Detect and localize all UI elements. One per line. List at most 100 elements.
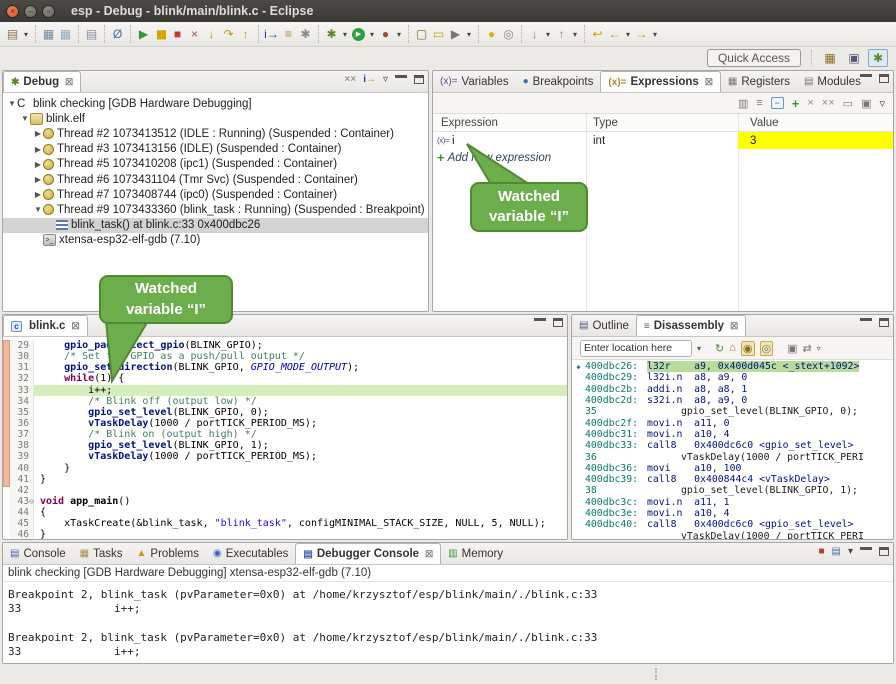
tab-console[interactable]: ▤Console [3, 543, 73, 564]
step-return-icon[interactable]: ↑ [237, 25, 254, 43]
remove-all-terminated-icon[interactable]: ×× [345, 74, 357, 85]
code-line[interactable]: 37 /* Blink on (output high) */ [10, 429, 567, 440]
forward-icon[interactable]: → [633, 25, 650, 43]
expander-icon[interactable]: ▶ [33, 160, 43, 169]
code-line[interactable]: 40 } [10, 463, 567, 474]
instruction-stepping-icon[interactable]: i→ [263, 25, 280, 43]
tab-registers[interactable]: ▦Registers [721, 71, 797, 92]
maximize-icon[interactable] [879, 318, 889, 327]
code-line[interactable]: 32 while(1) { [10, 373, 567, 384]
run-icon[interactable]: ▶ [350, 25, 367, 43]
add-expression-icon[interactable]: + [792, 96, 800, 111]
save-all-icon[interactable]: ▦ [57, 25, 74, 43]
disasm-line[interactable]: 400dbc36:movi a10, 100 [572, 463, 893, 474]
menu-arrow-icon[interactable]: ▾ [623, 25, 633, 43]
close-icon[interactable]: ☒ [65, 77, 73, 88]
expander-icon[interactable]: ▼ [7, 99, 17, 108]
code-line[interactable]: 45 xTaskCreate(&blink_task, "blink_task"… [10, 518, 567, 529]
disasm-line-current[interactable]: ◆400dbc26:l32r a9, 0x400d045c <_stext+10… [572, 361, 893, 372]
view-menu-icon[interactable]: ▿ [383, 74, 388, 85]
open-folder-icon[interactable]: ▭ [430, 25, 447, 43]
disasm-line[interactable]: 400dbc29:l32i.n a8, a9, 0 [572, 372, 893, 383]
tab-executables[interactable]: ◉Executables [206, 543, 295, 564]
tab-tasks[interactable]: ▦Tasks [73, 543, 130, 564]
disconnect-icon[interactable]: × [186, 25, 203, 43]
code-line[interactable]: 36 vTaskDelay(1000 / portTICK_PERIOD_MS)… [10, 418, 567, 429]
disasm-line[interactable]: 400dbc2b:addi.n a8, a8, 1 [572, 384, 893, 395]
disasm-line[interactable]: 400dbc39:call8 0x400844c4 <vTaskDelay> [572, 474, 893, 485]
menu-arrow-icon[interactable]: ▾ [570, 25, 580, 43]
disasm-line[interactable]: 400dbc2d:s32i.n a8, a9, 0 [572, 395, 893, 406]
debug-tree-row[interactable]: ▶Thread #3 1073413156 (IDLE) (Suspended … [3, 142, 428, 157]
window-maximize-button[interactable]: ▫ [42, 5, 55, 18]
resume-icon[interactable]: ▶ [135, 25, 152, 43]
debug-tree-row[interactable]: ▼blink.elf [3, 111, 428, 126]
code-line[interactable]: 30 /* Set the GPIO as a push/pull output… [10, 351, 567, 362]
debug-tree-row[interactable]: >_xtensa-esp32-elf-gdb (7.10) [3, 233, 428, 248]
previous-annotation-icon[interactable]: ↑ [553, 25, 570, 43]
code-line[interactable]: 39 vTaskDelay(1000 / portTICK_PERIOD_MS)… [10, 451, 567, 462]
debug-tree-row[interactable]: ▶Thread #6 1073431104 (Tmr Svc) (Suspend… [3, 172, 428, 187]
expression-row-i[interactable]: (x)= i int 3 [433, 132, 893, 149]
refresh-view-icon[interactable]: ↻ [715, 342, 724, 355]
launch-icon[interactable]: ▶ [447, 25, 464, 43]
back-icon[interactable]: ← [606, 25, 623, 43]
location-dropdown-icon[interactable]: ▾ [697, 344, 701, 353]
debug-tree-row[interactable]: ▼Thread #9 1073433360 (blink_task : Runn… [3, 202, 428, 217]
close-icon[interactable]: ☒ [705, 77, 713, 88]
quick-access-field[interactable]: Quick Access [707, 49, 801, 67]
menu-arrow-icon[interactable]: ▾ [367, 25, 377, 43]
terminate-icon[interactable]: ■ [169, 25, 186, 43]
menu-arrow-icon[interactable]: ▾ [543, 25, 553, 43]
code-editor[interactable]: 29 gpio_pad_select_gpio(BLINK_GPIO);30 /… [3, 337, 567, 539]
tab-outline[interactable]: ▤Outline [572, 315, 636, 336]
debug-tree-row[interactable]: ▶Thread #7 1073408744 (ipc0) (Suspended … [3, 187, 428, 202]
tab-modules[interactable]: ▤Modules [797, 71, 868, 92]
code-line[interactable]: 46} [10, 529, 567, 539]
disasm-line[interactable]: 400dbc2f:movi.n a11, 0 [572, 417, 893, 428]
new-view-icon[interactable]: ▣ [787, 342, 797, 355]
close-icon[interactable]: ☒ [71, 321, 79, 332]
debug-tree-row[interactable]: ▶Thread #5 1073410208 (ipc1) (Suspended … [3, 157, 428, 172]
link-view-icon[interactable]: ⇄ [803, 342, 812, 355]
instruction-stepping-icon[interactable]: i→ [363, 74, 376, 85]
remove-all-expressions-icon[interactable]: ×× [822, 97, 835, 109]
expressions-table-header[interactable]: Expression Type Value [433, 114, 893, 132]
show-logical-structure-icon[interactable]: ≡ [756, 97, 762, 109]
minimize-icon[interactable] [860, 74, 872, 83]
code-line[interactable]: 31 gpio_set_direction(BLINK_GPIO, GPIO_M… [10, 362, 567, 373]
close-icon[interactable]: ☒ [425, 549, 433, 560]
debug-perspective-button[interactable]: ✱ [868, 49, 888, 67]
expression-value[interactable]: 3 [738, 132, 893, 149]
tab-breakpoints[interactable]: ●Breakpoints [516, 71, 601, 92]
console-menu-icon[interactable]: ▾ [848, 546, 853, 557]
add-expression-row[interactable]: + Add new expression [433, 149, 893, 166]
suspend-icon[interactable]: ▮▮ [152, 25, 169, 43]
minimize-icon[interactable] [860, 547, 872, 556]
code-line[interactable]: 41} [10, 474, 567, 485]
minimize-icon[interactable] [395, 75, 407, 84]
new-c-file-icon[interactable]: ▢ [413, 25, 430, 43]
disasm-line[interactable]: 400dbc3c:movi.n a11, 1 [572, 497, 893, 508]
disasm-line[interactable]: 400dbc40:call8 0x400dc6c0 <gpio_set_leve… [572, 519, 893, 530]
tab-debugger-console[interactable]: ▤Debugger Console☒ [295, 543, 441, 564]
code-line[interactable]: 38 gpio_set_level(BLINK_GPIO, 1); [10, 440, 567, 451]
resource-perspective-button[interactable]: ▣ [844, 49, 864, 67]
disasm-line[interactable]: 400dbc33:call8 0x400dc6c0 <gpio_set_leve… [572, 440, 893, 451]
home-icon[interactable]: ⌂ [729, 342, 736, 354]
display-console-icon[interactable]: ▤ [832, 546, 841, 557]
menu-arrow-icon[interactable]: ▾ [394, 25, 404, 43]
track-expression-icon[interactable]: ◉ [741, 341, 755, 356]
new-wizard-icon[interactable]: ▤ [4, 25, 21, 43]
code-line[interactable]: 42 [10, 485, 567, 496]
menu-arrow-icon[interactable]: ▾ [21, 25, 31, 43]
close-icon[interactable]: ☒ [730, 321, 738, 332]
debug-tree-row[interactable]: ▶Thread #2 1073413512 (IDLE : Running) (… [3, 126, 428, 141]
view-menu-icon[interactable]: ▿ [817, 344, 821, 353]
show-type-names-icon[interactable]: ▥ [738, 97, 748, 110]
expander-icon[interactable]: ▶ [33, 190, 43, 199]
skip-all-breakpoints-icon[interactable]: Ø [109, 25, 126, 43]
code-line[interactable]: 29 gpio_pad_select_gpio(BLINK_GPIO); [10, 340, 567, 351]
disassembly-content[interactable]: ◆400dbc26:l32r a9, 0x400d045c <_stext+10… [572, 360, 893, 539]
stack-frame-row-selected[interactable]: blink_task() at blink.c:33 0x400dbc26 [3, 218, 428, 233]
